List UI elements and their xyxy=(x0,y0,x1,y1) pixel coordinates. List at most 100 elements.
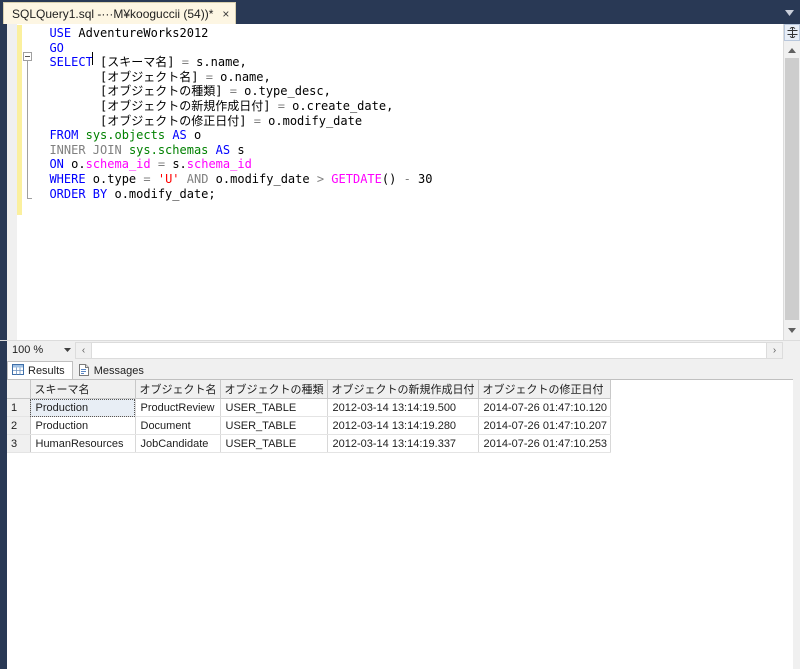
code-token: GO xyxy=(49,40,64,55)
zoom-level-label[interactable]: 100 % xyxy=(7,344,59,356)
table-cell[interactable]: 2012-03-14 13:14:19.500 xyxy=(327,398,479,417)
code-token: [オブジェクトの種類] xyxy=(35,84,230,99)
code-line: USE AdventureWorks2012 xyxy=(35,26,775,41)
code-token: WHERE xyxy=(49,171,86,186)
scrollbar-thumb[interactable] xyxy=(785,58,799,320)
scroll-up-button[interactable] xyxy=(784,42,800,59)
code-token: AdventureWorks2012 xyxy=(71,26,209,40)
code-token: [オブジェクトの新規作成日付] xyxy=(35,98,278,113)
code-token: ORDER BY xyxy=(49,186,108,201)
sql-editor[interactable]: USE AdventureWorks2012 GO SELECT [スキーマ名]… xyxy=(0,24,800,340)
code-token: s.name, xyxy=(188,55,247,70)
code-line: FROM sys.objects AS o xyxy=(35,128,775,143)
code-line: GO xyxy=(35,41,775,56)
hscroll-left-button[interactable]: ‹ xyxy=(75,341,92,359)
table-cell[interactable]: USER_TABLE xyxy=(220,398,328,417)
table-cell[interactable]: Production xyxy=(30,416,136,435)
results-pane: Results Messages スキーマ名 オブジェクト名 オブジェクトの種類 オブ… xyxy=(0,359,800,669)
code-token: = xyxy=(253,113,261,128)
code-line: [オブジェクトの新規作成日付] = o.create_date, xyxy=(35,99,775,114)
column-header[interactable]: オブジェクト名 xyxy=(135,380,221,399)
hscroll-right-button[interactable]: › xyxy=(766,341,783,359)
table-cell[interactable]: 2012-03-14 13:14:19.337 xyxy=(327,434,479,453)
column-header[interactable]: オブジェクトの修正日付 xyxy=(478,380,612,399)
chevron-down-icon[interactable] xyxy=(780,2,798,24)
code-line: WHERE o.type = 'U' AND o.modify_date > G… xyxy=(35,172,775,187)
code-token: SELECT xyxy=(49,55,93,70)
scroll-down-button[interactable] xyxy=(784,322,800,339)
grid-icon xyxy=(12,363,24,378)
table-cell[interactable]: 2012-03-14 13:14:19.280 xyxy=(327,416,479,435)
code-token: sys.schemas xyxy=(128,142,209,157)
table-cell[interactable]: Production xyxy=(30,398,136,417)
table-row[interactable]: 2 Production Document USER_TABLE 2012-03-14 … xyxy=(7,416,612,435)
window-left-rail-results xyxy=(0,359,7,669)
code-token: GETDATE xyxy=(331,171,382,186)
tab-results[interactable]: Results xyxy=(7,361,73,380)
tab-sqlquery1[interactable]: SQLQuery1.sql -···M¥kooguccii (54))* × xyxy=(3,2,237,24)
editor-selection-margin[interactable] xyxy=(7,24,17,340)
collapse-region-icon[interactable] xyxy=(23,52,32,61)
code-token: sys.objects xyxy=(85,128,166,143)
table-cell[interactable]: ProductReview xyxy=(135,398,221,417)
row-number-cell[interactable]: 2 xyxy=(7,416,31,435)
code-token: = xyxy=(181,55,189,70)
code-token: = xyxy=(229,84,237,99)
row-number-cell[interactable]: 1 xyxy=(7,398,31,417)
code-line: INNER JOIN sys.schemas AS s xyxy=(35,143,775,158)
table-cell[interactable]: 2014-07-26 01:47:10.207 xyxy=(478,416,612,435)
tab-messages-label: Messages xyxy=(93,365,144,377)
editor-outlining-margin[interactable] xyxy=(22,24,35,340)
code-token: INNER JOIN xyxy=(49,142,122,157)
table-cell[interactable]: 2014-07-26 01:47:10.253 xyxy=(478,434,612,453)
code-token: [オブジェクト名] xyxy=(35,69,206,84)
code-token: > xyxy=(316,171,325,186)
code-token: schema_id xyxy=(186,157,252,172)
code-token: o.modify_date xyxy=(260,113,363,128)
editor-vertical-scrollbar[interactable] xyxy=(783,24,800,340)
row-number-cell[interactable]: 3 xyxy=(7,434,31,453)
window-left-rail xyxy=(0,24,7,340)
code-token: [スキーマ名] xyxy=(92,55,182,70)
table-cell[interactable]: HumanResources xyxy=(30,434,136,453)
table-cell[interactable]: USER_TABLE xyxy=(220,416,328,435)
code-token: o xyxy=(186,128,202,143)
code-line: ON o.schema_id = s.schema_id xyxy=(35,157,775,172)
column-header[interactable]: スキーマ名 xyxy=(30,380,136,399)
tab-messages[interactable]: Messages xyxy=(73,362,152,380)
code-token: [オブジェクトの修正日付] xyxy=(35,113,254,128)
code-token: = xyxy=(205,69,213,84)
results-table: スキーマ名 オブジェクト名 オブジェクトの種類 オブジェクトの新規作成日付 オブジェクト… xyxy=(7,380,612,453)
table-cell[interactable]: Document xyxy=(135,416,221,435)
split-editor-button[interactable] xyxy=(784,24,800,41)
table-row[interactable]: 3 HumanResources JobCandidate USER_TABLE 201… xyxy=(7,434,612,453)
table-row[interactable]: 1 Production ProductReview USER_TABLE 2012-0… xyxy=(7,398,612,417)
code-token: = xyxy=(157,157,166,172)
results-tabstrip: Results Messages xyxy=(7,361,152,380)
code-token: AS xyxy=(215,142,231,157)
table-cell[interactable]: USER_TABLE xyxy=(220,434,328,453)
table-cell[interactable]: 2014-07-26 01:47:10.120 xyxy=(478,398,612,417)
text-caret xyxy=(92,52,93,65)
outline-region-foot xyxy=(27,198,32,199)
zoom-dropdown-arrow-icon[interactable] xyxy=(59,348,75,352)
results-grid[interactable]: スキーマ名 オブジェクト名 オブジェクトの種類 オブジェクトの新規作成日付 オブジェクト… xyxy=(7,379,793,669)
column-header[interactable]: オブジェクトの新規作成日付 xyxy=(327,380,479,399)
code-token: 'U' xyxy=(157,171,180,186)
table-cell[interactable]: JobCandidate xyxy=(135,434,221,453)
code-token: 30 xyxy=(410,171,433,186)
close-icon[interactable]: × xyxy=(222,4,229,24)
code-line: ORDER BY o.modify_date; xyxy=(35,187,775,202)
column-header[interactable]: オブジェクトの種類 xyxy=(220,380,328,399)
sql-code-text[interactable]: USE AdventureWorks2012 GO SELECT [スキーマ名]… xyxy=(35,26,775,336)
row-number-header[interactable] xyxy=(7,380,31,399)
editor-tabstrip: SQLQuery1.sql -···M¥kooguccii (54))* × xyxy=(0,0,800,24)
hscroll-track[interactable] xyxy=(92,341,766,359)
